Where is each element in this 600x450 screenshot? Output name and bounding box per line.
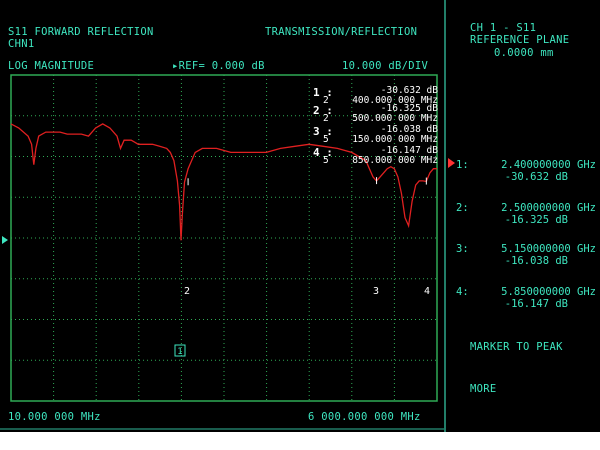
marker-1-glyph-label: 1 [177, 347, 182, 357]
softkey-marker-3[interactable]: 3: 5.150000000 GHz -16.038 dB [448, 243, 598, 269]
softkey-marker-3-freq: 5.150000000 GHz [501, 243, 596, 255]
softkey-marker-2-freq: 2.500000000 GHz [501, 202, 596, 214]
softkey-marker-2-value: -16.325 dB [504, 214, 568, 226]
marker-readout-frequency: 500.000 000 MHz [352, 113, 438, 124]
bottom-rule [0, 428, 444, 430]
softkey-marker-1-label: 1: [456, 159, 469, 171]
trace-label-3: 3 [373, 286, 380, 297]
marker-1-glyph-icon: 1 [174, 344, 186, 357]
marker-readout-4: 4 : -16.147 dB 5 850.000 000 MHz [308, 145, 440, 166]
marker-readout-2: 2 : -16.325 dB 2 500.000 000 MHz [308, 103, 440, 124]
reference-position-icon [2, 236, 8, 244]
softkey-marker-3-label: 3: [456, 243, 469, 255]
more-button[interactable]: MORE [470, 383, 497, 395]
sidebar-title: CH 1 - S11 [470, 22, 537, 34]
marker-readout-frequency: 850.000 000 MHz [352, 155, 438, 166]
marker-readout-channel: 2 [323, 113, 329, 124]
softkey-marker-2[interactable]: 2: 2.500000000 GHz -16.325 dB [448, 202, 598, 228]
softkey-marker-4-label: 4: [456, 286, 469, 298]
softkey-marker-4-value: -16.147 dB [504, 298, 568, 310]
softkey-marker-1-freq: 2.400000000 GHz [501, 159, 596, 171]
marker-to-peak-button[interactable]: MARKER TO PEAK [470, 341, 563, 353]
trace-label-2: 2 [184, 286, 191, 297]
softkey-marker-4-freq: 5.850000000 GHz [501, 286, 596, 298]
softkey-marker-1-value: -30.632 dB [504, 171, 568, 183]
graticule[interactable]: 1 [0, 0, 444, 432]
start-frequency: 10.000 000 MHz [8, 411, 101, 423]
trace-label-4: 4 [424, 286, 431, 297]
marker-readout-channel: 5 [323, 134, 329, 145]
softkey-marker-2-label: 2: [456, 202, 469, 214]
marker-readout-3: 3 : -16.038 dB 5 150.000 000 MHz [308, 124, 440, 145]
stop-frequency: 6 000.000 000 MHz [308, 411, 421, 423]
sidebar-subtitle: REFERENCE PLANE [470, 34, 570, 46]
vna-screen: S11 FORWARD REFLECTION TRANSMISSION/REFL… [0, 0, 600, 432]
panel-divider [444, 0, 446, 432]
marker-readout-channel: 5 [323, 155, 329, 166]
trace-marker-ticks [187, 177, 427, 186]
softkey-marker-1[interactable]: 1: 2.400000000 GHz -30.632 dB [448, 159, 598, 185]
softkey-marker-3-value: -16.038 dB [504, 255, 568, 267]
reference-plane-value: 0.0000 mm [494, 47, 554, 59]
marker-readout-frequency: 150.000 000 MHz [352, 134, 438, 145]
softkey-marker-4[interactable]: 4: 5.850000000 GHz -16.147 dB [448, 286, 598, 312]
